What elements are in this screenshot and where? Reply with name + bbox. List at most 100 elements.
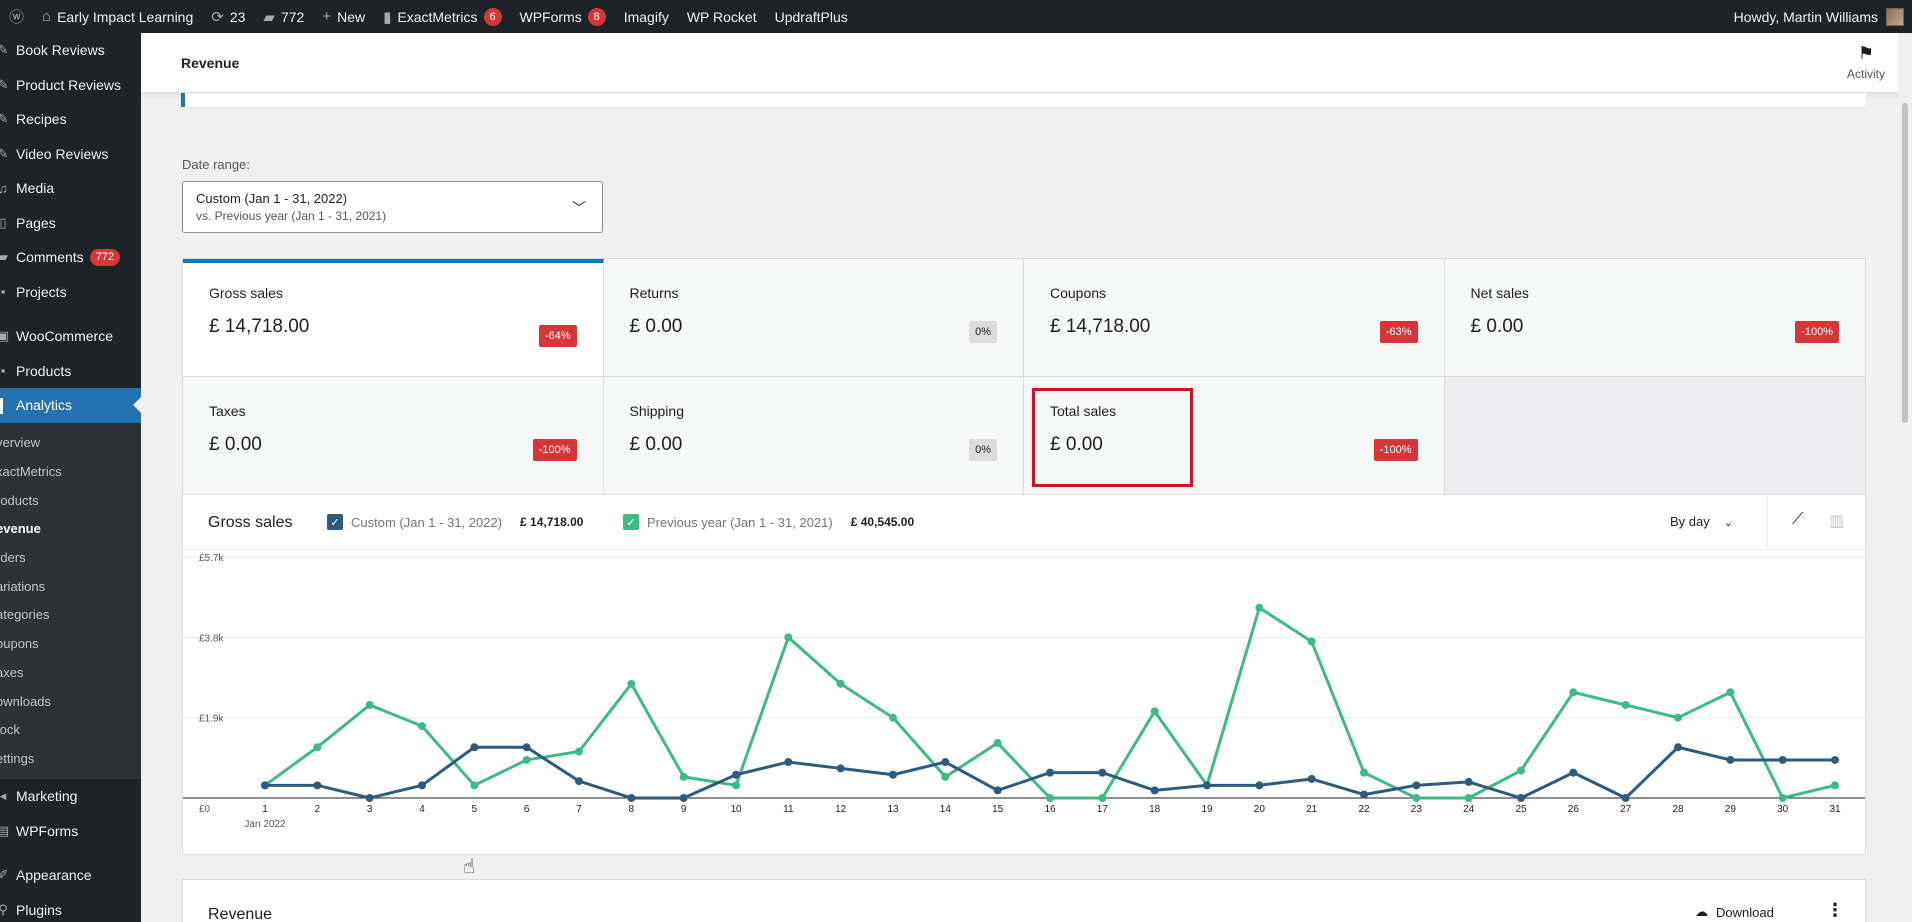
x-tick-label: 22 <box>1358 804 1370 815</box>
data-point <box>365 700 374 709</box>
data-point <box>941 772 950 781</box>
sidebar-item-video-reviews[interactable]: ✎ Video Reviews <box>0 137 141 172</box>
line-chart: £0£1.9k£3.8k£5.7k1 2 3 4 5 6 7 8 9 10 11 12 13 14 15 16… <box>183 553 1865 830</box>
wp-logo-menu[interactable]: ⓦ <box>0 0 33 33</box>
data-point <box>1831 755 1839 764</box>
sidebar-item-projects[interactable]: ▪ Projects <box>0 275 141 310</box>
data-point <box>522 755 531 764</box>
submenu-item-overview[interactable]: verview <box>0 429 141 458</box>
data-point <box>1726 755 1735 764</box>
tile-delta-badge: -100% <box>1373 439 1418 461</box>
sidebar-item-media[interactable]: ♫ Media <box>0 171 141 206</box>
activity-button[interactable]: ⚑ Activity <box>1842 43 1890 81</box>
sidebar-item-product-reviews[interactable]: ✎ Product Reviews <box>0 68 141 103</box>
tile-value: £ 0.00 <box>209 434 262 455</box>
submenu-item-orders[interactable]: rders <box>0 543 141 572</box>
data-point <box>1726 688 1735 697</box>
comment-icon: ▰ <box>0 249 8 265</box>
pin-icon: ✎ <box>0 145 9 161</box>
chart-icon: ▌ <box>0 397 8 413</box>
interval-select[interactable]: By day ⌄ <box>1670 514 1733 529</box>
wpforms-menu[interactable]: WPForms 8 <box>511 0 615 33</box>
submenu-item-categories[interactable]: ategories <box>0 601 141 630</box>
sidebar-item-label: Comments <box>16 249 84 266</box>
submenu-item-coupons[interactable]: oupons <box>0 629 141 658</box>
wordpress-icon: ⓦ <box>9 9 25 26</box>
exactmetrics-label: ExactMetrics <box>397 8 478 25</box>
submenu-item-stock[interactable]: tock <box>0 715 141 744</box>
updates-menu[interactable]: ⟳ 23 <box>202 0 254 33</box>
data-point <box>679 794 688 802</box>
imagify-menu[interactable]: Imagify <box>615 0 678 33</box>
data-point <box>1517 766 1525 775</box>
tile-shipping[interactable]: Shipping £ 0.00 0% <box>603 377 1024 495</box>
bar-chart-icon[interactable]: ▥ <box>1829 511 1844 531</box>
sidebar-item-analytics[interactable]: ▌ Analytics <box>0 388 141 423</box>
site-name-menu[interactable]: ⌂ Early Impact Learning <box>33 0 202 33</box>
tile-coupons[interactable]: Coupons £ 14,718.00 -63% <box>1024 259 1445 377</box>
submenu-item-settings[interactable]: ettings <box>0 744 141 773</box>
wprocket-menu[interactable]: WP Rocket <box>678 0 766 33</box>
x-tick-label: 23 <box>1411 804 1423 815</box>
data-point <box>1778 794 1787 802</box>
sidebar-item-comments[interactable]: ▰ Comments 772 <box>0 240 141 275</box>
highlight-box <box>1032 388 1193 487</box>
tile-gross-sales[interactable]: Gross sales £ 14,718.00 -64% <box>183 259 604 377</box>
submenu-item-downloads[interactable]: ownloads <box>0 687 141 716</box>
date-range-dropdown[interactable]: Custom (Jan 1 - 31, 2022) vs. Previous y… <box>182 181 603 233</box>
sidebar-item-woocommerce[interactable]: ▣ WooCommerce <box>0 319 141 354</box>
sidebar-item-marketing[interactable]: ◂ Marketing <box>0 779 141 814</box>
more-options-icon[interactable]: ⋮ <box>1826 900 1844 921</box>
updraftplus-label: UpdraftPlus <box>774 8 848 25</box>
tile-returns[interactable]: Returns £ 0.00 0% <box>603 259 1024 377</box>
sidebar-item-plugins[interactable]: ⚲ Plugins <box>0 892 141 922</box>
scrollbar-thumb[interactable] <box>1902 103 1908 423</box>
tile-taxes[interactable]: Taxes £ 0.00 -100% <box>183 377 604 495</box>
download-button[interactable]: ☁ Download <box>1695 904 1774 920</box>
y-tick-label: £5.7k <box>199 553 224 564</box>
sidebar-item-products[interactable]: ▪ Products <box>0 354 141 389</box>
x-tick-label: 31 <box>1829 804 1841 815</box>
comments-menu[interactable]: ▰ 772 <box>254 0 313 33</box>
scrollbar[interactable] <box>1898 33 1912 922</box>
exactmetrics-menu[interactable]: ▮ ExactMetrics 6 <box>374 0 510 33</box>
x-tick-label: 10 <box>730 804 742 815</box>
x-tick-label: 11 <box>783 804 794 815</box>
data-point <box>1831 781 1839 790</box>
brush-icon: ✐ <box>0 867 9 882</box>
sidebar-item-appearance[interactable]: ✐ Appearance <box>0 858 141 893</box>
tile-net-sales[interactable]: Net sales £ 0.00 -100% <box>1444 259 1865 377</box>
submenu-item-exactmetrics[interactable]: xactMetrics <box>0 457 141 486</box>
sidebar-item-pages[interactable]: ▯ Pages <box>0 206 141 241</box>
site-name: Early Impact Learning <box>57 8 194 25</box>
legend-item-current[interactable]: ✓ Custom (Jan 1 - 31, 2022) £ 14,718.00 <box>327 514 583 530</box>
line-chart-icon[interactable]: ⟋ <box>1792 511 1803 529</box>
updates-count: 23 <box>229 8 246 25</box>
data-point <box>889 770 897 779</box>
tile-value: £ 14,718.00 <box>1050 316 1151 337</box>
data-point <box>784 633 793 642</box>
data-point <box>1203 781 1211 790</box>
sidebar-item-wpforms[interactable]: ▤ WPForms <box>0 813 141 848</box>
sidebar-item-label: Appearance <box>16 867 92 883</box>
submenu-item-variations[interactable]: ariations <box>0 572 141 601</box>
sidebar-item-recipes[interactable]: ✎ Recipes <box>0 102 141 137</box>
submenu-item-revenue[interactable]: evenue <box>0 515 141 544</box>
refresh-icon: ⟳ <box>211 8 224 26</box>
updraftplus-menu[interactable]: UpdraftPlus <box>766 0 857 33</box>
checkbox-checked-icon: ✓ <box>327 514 343 530</box>
forms-icon: ▤ <box>0 822 10 838</box>
account-menu[interactable]: Howdy, Martin Williams <box>1734 7 1912 26</box>
submenu-item-products[interactable]: roducts <box>0 486 141 515</box>
legend-item-previous[interactable]: ✓ Previous year (Jan 1 - 31, 2021) £ 40,… <box>623 514 914 530</box>
data-point <box>261 781 269 790</box>
plus-icon: + <box>322 8 332 25</box>
comment-icon: ▰ <box>263 8 275 26</box>
sidebar-item-book-reviews[interactable]: ✎ Book Reviews <box>0 33 141 68</box>
submenu-item-taxes[interactable]: axes <box>0 658 141 687</box>
new-content-menu[interactable]: + New <box>313 0 374 33</box>
data-point <box>1412 781 1421 790</box>
data-point <box>313 781 322 790</box>
imagify-label: Imagify <box>623 8 669 25</box>
sidebar-item-label: Product Reviews <box>16 76 122 93</box>
